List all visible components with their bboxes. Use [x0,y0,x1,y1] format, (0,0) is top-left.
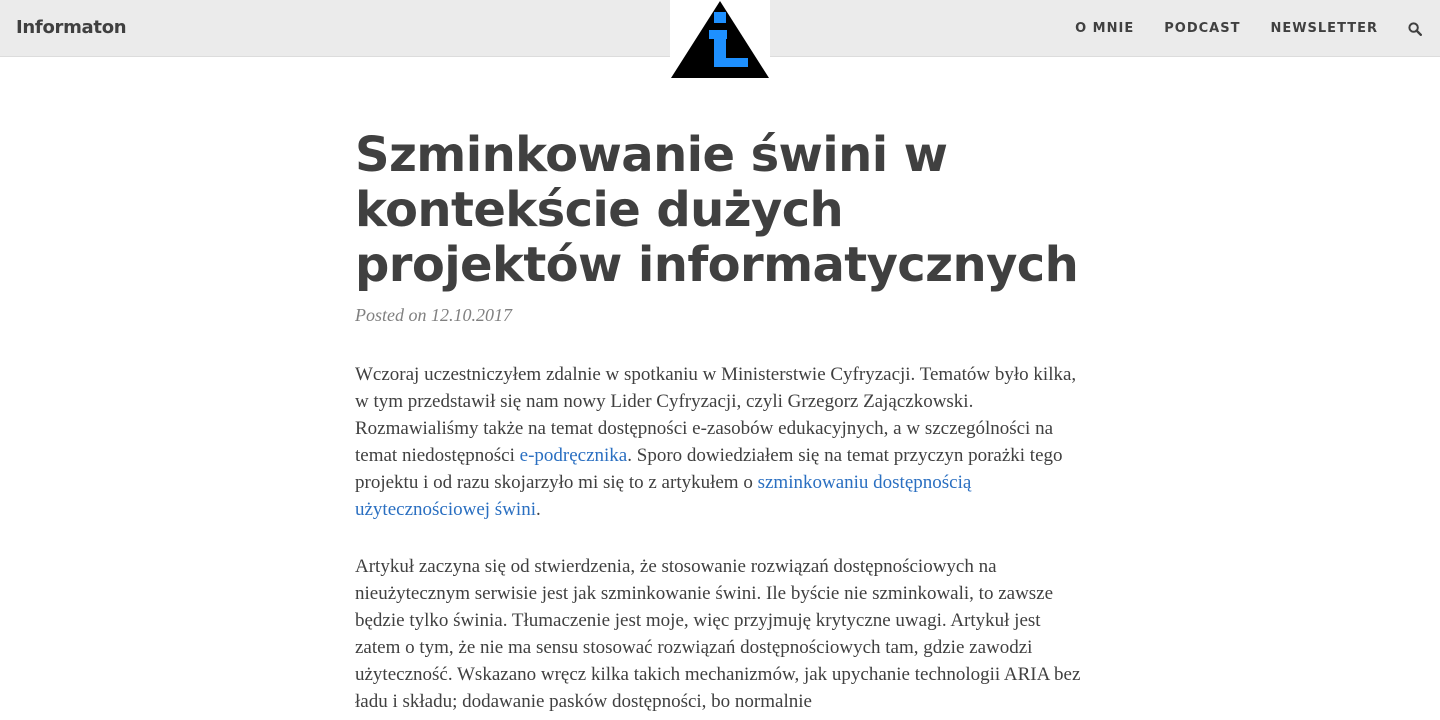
post-title: Szminkowanie świni w kontekście dużych p… [355,127,1079,293]
post-meta: Posted on 12.10.2017 [355,305,512,325]
nav-link-podcast[interactable]: PODCAST [1164,21,1240,36]
nav-links: O MNIE PODCAST NEWSLETTER [1075,0,1440,57]
paragraph-2: Artykuł zaczyna się od stwierdzenia, że … [355,556,1081,712]
nav-link-newsletter[interactable]: NEWSLETTER [1270,21,1378,36]
nav-link-o-mnie[interactable]: O MNIE [1075,21,1134,36]
paragraph-text: . [535,499,541,520]
article: Szminkowanie świni w kontekście dużych p… [355,128,1090,720]
brand-link[interactable]: Informaton [16,17,127,38]
site-logo[interactable] [670,0,770,80]
e-podrecznik-link[interactable]: e-podręcznika [520,445,628,466]
post-body: Wczoraj uczestniczyłem zdalnie w spotkan… [355,361,1090,715]
paragraph-1: Wczoraj uczestniczyłem zdalnie w spotkan… [355,361,1090,523]
info-triangle-logo-icon [671,1,769,78]
search-icon[interactable] [1408,21,1422,36]
